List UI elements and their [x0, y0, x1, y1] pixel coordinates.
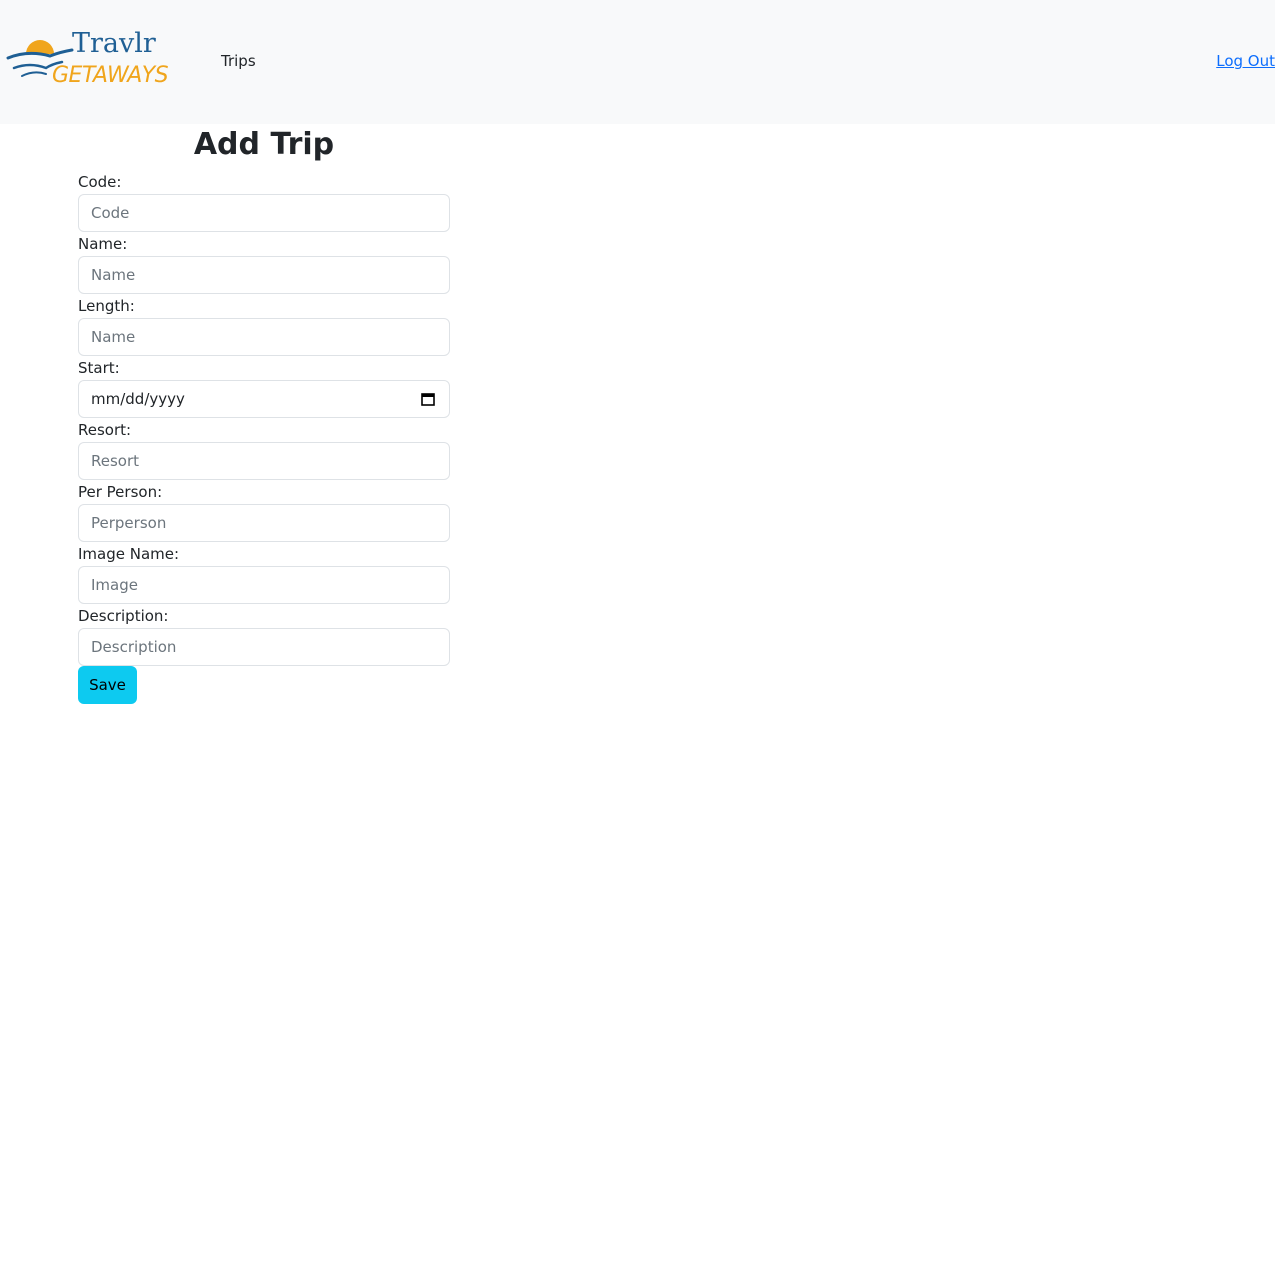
length-input[interactable] — [78, 318, 450, 356]
name-input[interactable] — [78, 256, 450, 294]
resort-field-group: Resort: — [78, 418, 450, 480]
start-date-placeholder: mm/dd/yyyy — [91, 390, 185, 408]
per-person-label: Per Person: — [78, 483, 163, 501]
description-label: Description: — [78, 607, 169, 625]
add-trip-form: Add Trip Code: Name: Length: Start: mm/d… — [78, 124, 450, 704]
resort-label: Resort: — [78, 421, 132, 439]
travlr-getaways-logo[interactable]: Travlr GETAWAYS — [6, 24, 190, 94]
start-date-input[interactable]: mm/dd/yyyy — [78, 380, 450, 418]
description-input[interactable] — [78, 628, 450, 666]
length-field-group: Length: — [78, 294, 450, 356]
navbar: Travlr GETAWAYS Trips Log Out — [0, 0, 1275, 124]
resort-input[interactable] — [78, 442, 450, 480]
per-person-input[interactable] — [78, 504, 450, 542]
start-field-group: Start: mm/dd/yyyy — [78, 356, 450, 418]
logout-link[interactable]: Log Out — [1216, 51, 1275, 71]
image-name-label: Image Name: — [78, 545, 180, 563]
calendar-icon[interactable] — [421, 392, 435, 406]
code-label: Code: — [78, 173, 122, 191]
name-field-group: Name: — [78, 232, 450, 294]
description-field-group: Description: — [78, 604, 450, 666]
logo-text-bottom: GETAWAYS — [52, 63, 169, 88]
page-title: Add Trip — [193, 127, 335, 162]
code-field-group: Code: — [78, 170, 450, 232]
name-label: Name: — [78, 235, 128, 253]
length-label: Length: — [78, 297, 135, 315]
image-name-field-group: Image Name: — [78, 542, 450, 604]
nav-link-trips[interactable]: Trips — [221, 51, 256, 71]
save-button[interactable]: Save — [78, 666, 137, 704]
image-name-input[interactable] — [78, 566, 450, 604]
per-person-field-group: Per Person: — [78, 480, 450, 542]
code-input[interactable] — [78, 194, 450, 232]
logo-text-top: Travlr — [72, 28, 156, 59]
start-label: Start: — [78, 359, 120, 377]
